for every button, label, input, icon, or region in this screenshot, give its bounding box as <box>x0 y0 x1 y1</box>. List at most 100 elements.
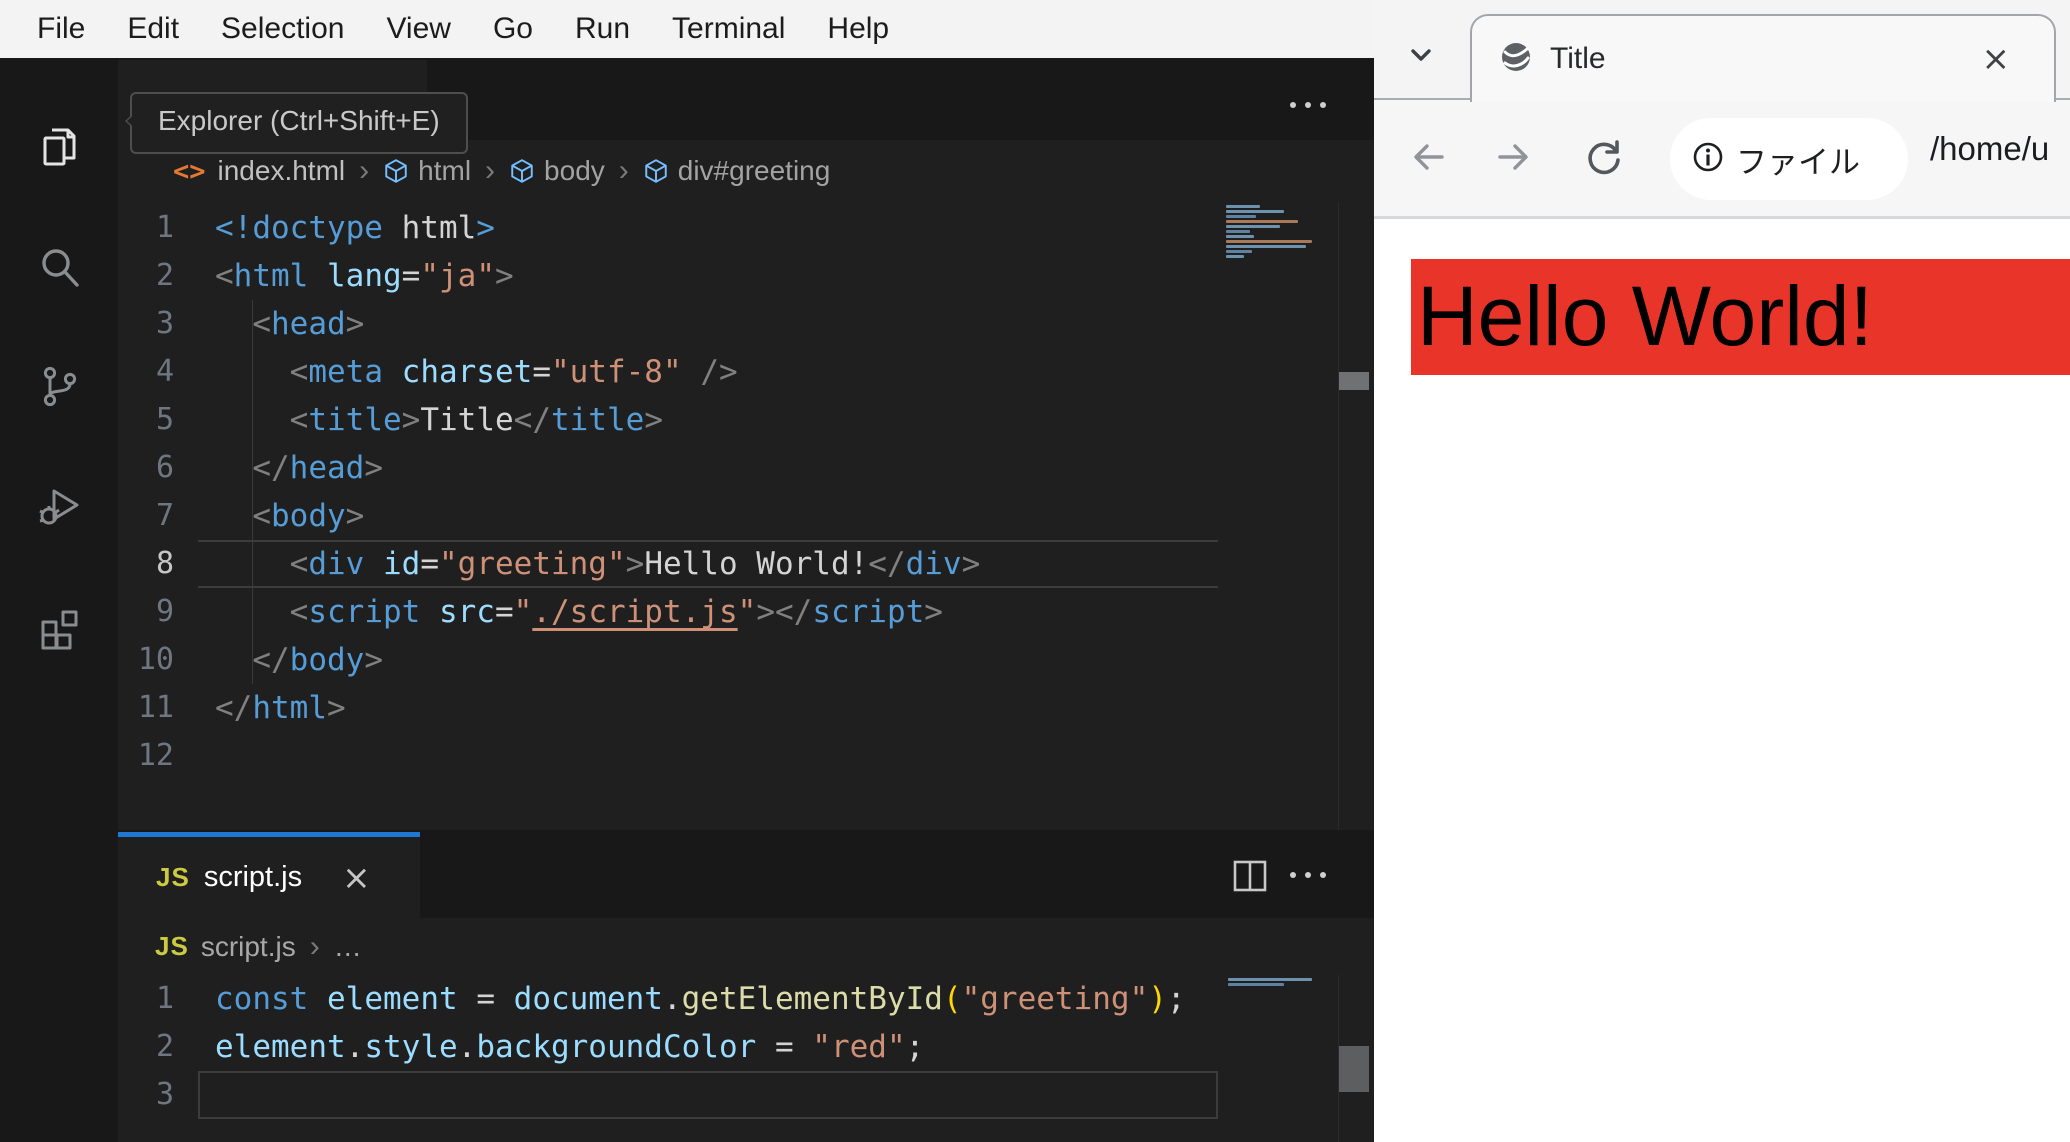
breadcrumb: JS script.js › … <box>118 918 1374 975</box>
menu-help[interactable]: Help <box>806 0 910 58</box>
line-number: 1 <box>155 981 174 1016</box>
code-line[interactable]: 1 const element = document.getElementById… <box>118 975 1218 1023</box>
screen: File Edit Selection View Go Run Terminal Help <box>0 0 2070 1142</box>
code-line[interactable]: 3 <box>118 1071 1218 1119</box>
line-number: 4 <box>155 354 174 389</box>
code-text: </head> <box>252 450 383 486</box>
code-line[interactable]: 9 <script src="./script.js"></script> <box>118 588 1218 636</box>
chevron-right-icon: › <box>618 154 629 187</box>
code-line[interactable]: 2 element.style.backgroundColor = "red"; <box>118 1023 1218 1071</box>
address-url[interactable]: /home/u <box>1930 130 2049 168</box>
menu-bar: File Edit Selection View Go Run Terminal Help <box>0 0 1374 58</box>
symbol-cube-icon <box>509 158 535 184</box>
run-and-debug-icon[interactable] <box>36 483 82 529</box>
menu-terminal[interactable]: Terminal <box>651 0 806 58</box>
reload-icon[interactable] <box>1584 138 1624 183</box>
code-text: <meta charset="utf-8" /> <box>289 354 738 390</box>
menu-edit[interactable]: Edit <box>106 0 200 58</box>
code-line[interactable]: 7 <body> <box>118 492 1218 540</box>
greeting-div: Hello World! <box>1411 259 2070 375</box>
line-number: 2 <box>155 258 174 293</box>
tooltip-arrow <box>116 110 139 132</box>
code-text: element.style.backgroundColor = "red"; <box>215 1029 925 1065</box>
code-text <box>198 1071 1218 1119</box>
editor-actions-more-icon[interactable] <box>1290 872 1326 878</box>
tab-script-js[interactable]: JS script.js × <box>118 832 420 918</box>
explorer-tooltip: Explorer (Ctrl+Shift+E) <box>130 92 468 154</box>
breadcrumb-file[interactable]: script.js <box>201 931 296 963</box>
line-number: 10 <box>137 642 174 677</box>
code-line[interactable]: 5 <title>Title</title> <box>118 396 1218 444</box>
line-number: 5 <box>155 402 174 437</box>
menu-file[interactable]: File <box>16 0 106 58</box>
html-editor[interactable]: 1 <!doctype html> 2 <html lang="ja"> 3 <head… <box>118 202 1374 830</box>
minimap[interactable] <box>1226 205 1318 258</box>
minimap[interactable] <box>1228 978 1320 986</box>
html-file-icon: <> <box>173 155 206 187</box>
close-tab-icon[interactable]: × <box>342 858 371 898</box>
line-number: 9 <box>155 594 174 629</box>
back-icon[interactable] <box>1410 138 1448 181</box>
code-text: </html> <box>215 690 346 726</box>
menu-go[interactable]: Go <box>472 0 554 58</box>
chevron-right-icon: › <box>485 154 496 187</box>
code-line[interactable]: 1 <!doctype html> <box>118 204 1218 252</box>
close-tab-icon[interactable]: × <box>1982 39 2011 79</box>
code-text: <title>Title</title> <box>289 402 663 438</box>
code-line[interactable]: 11 </html> <box>118 684 1218 732</box>
globe-favicon <box>1500 41 1532 78</box>
symbol-cube-icon <box>383 158 409 184</box>
code-line[interactable]: 2 <html lang="ja"> <box>118 252 1218 300</box>
line-number: 2 <box>155 1029 174 1064</box>
forward-icon[interactable] <box>1494 138 1532 181</box>
breadcrumb-segment[interactable]: body <box>544 155 605 187</box>
code-text: <head> <box>252 306 365 342</box>
tab-search-chevron-icon[interactable] <box>1406 40 1436 75</box>
extensions-icon[interactable] <box>36 605 82 651</box>
symbol-cube-icon <box>643 158 669 184</box>
code-text: <div id="greeting">Hello World!</div> <box>198 540 1218 588</box>
code-line[interactable]: 12 <box>118 732 1218 780</box>
source-control-icon[interactable] <box>36 363 82 409</box>
tab-label: script.js <box>203 861 303 893</box>
search-icon[interactable] <box>36 244 82 290</box>
menu-view[interactable]: View <box>365 0 471 58</box>
breadcrumb-segment[interactable]: html <box>418 155 471 187</box>
scrollbar-thumb[interactable] <box>1339 1046 1369 1092</box>
line-number: 3 <box>155 306 174 341</box>
scrollbar-thumb[interactable] <box>1339 372 1369 390</box>
code-line[interactable]: 3 <head> <box>118 300 1218 348</box>
js-file-icon: JS <box>156 862 190 892</box>
breadcrumb-segment[interactable]: div#greeting <box>678 155 831 187</box>
split-editor-icon[interactable] <box>1233 860 1267 897</box>
code-line[interactable]: 6 </head> <box>118 444 1218 492</box>
breadcrumb-file[interactable]: index.html <box>218 155 346 187</box>
browser-tab[interactable]: Title × <box>1470 14 2056 102</box>
code-text: </body> <box>252 642 383 678</box>
menu-selection[interactable]: Selection <box>200 0 365 58</box>
line-number: 8 <box>155 546 174 581</box>
chip-label: ファイル <box>1736 144 1860 180</box>
breadcrumb-more[interactable]: … <box>334 931 362 963</box>
line-number: 7 <box>155 498 174 533</box>
file-scheme-chip[interactable]: ファイル <box>1670 118 1908 200</box>
scrollbar-track <box>1338 202 1339 830</box>
line-number: 6 <box>155 450 174 485</box>
browser-toolbar: ファイル /home/u <box>1374 100 2070 216</box>
code-text: <!doctype html> <box>215 210 495 246</box>
page-content: Hello World! <box>1374 219 2070 1142</box>
menu-run[interactable]: Run <box>554 0 651 58</box>
explorer-icon[interactable] <box>36 124 82 170</box>
line-number: 3 <box>155 1077 174 1112</box>
code-text: const element = document.getElementById(… <box>215 981 1186 1017</box>
code-text: <body> <box>252 498 365 534</box>
editor-actions-more-icon[interactable] <box>1290 102 1326 108</box>
browser-window: Title × ファイル /home/u Hello World! <box>1374 0 2070 1142</box>
line-number: 12 <box>137 738 174 773</box>
code-line[interactable]: 4 <meta charset="utf-8" /> <box>118 348 1218 396</box>
code-line[interactable]: 8 <div id="greeting">Hello World!</div> <box>118 540 1218 588</box>
indent-guide <box>252 300 253 684</box>
js-editor[interactable]: 1 const element = document.getElementById… <box>118 975 1374 1142</box>
chevron-right-icon: › <box>309 929 320 963</box>
code-line[interactable]: 10 </body> <box>118 636 1218 684</box>
